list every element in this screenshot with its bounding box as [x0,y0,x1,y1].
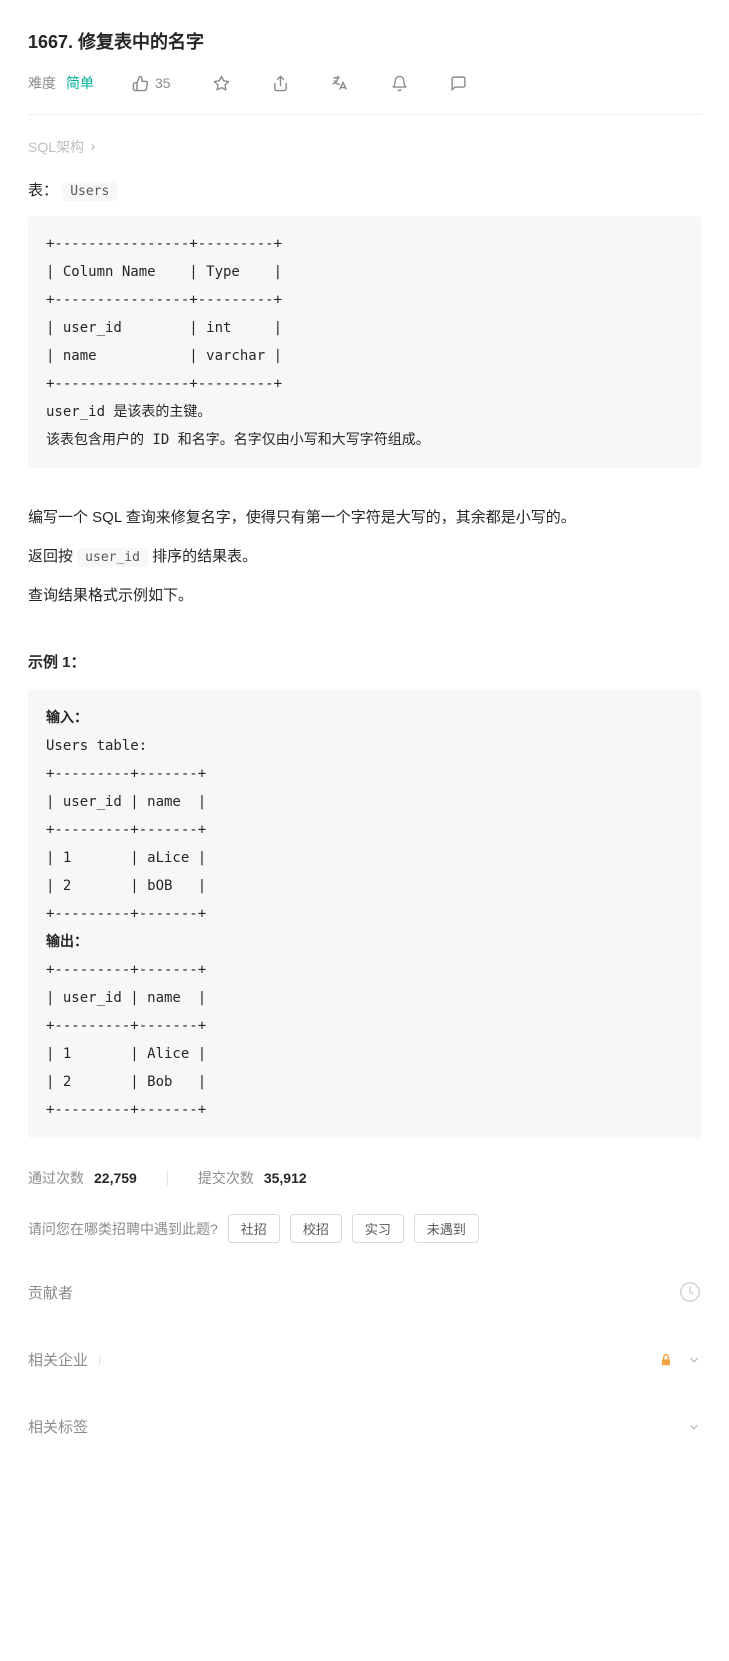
tags-accordion[interactable]: 相关标签 [28,1396,701,1457]
info-icon: i [98,1352,102,1368]
translate-button[interactable] [327,70,353,96]
example-heading: 示例 1： [28,649,701,676]
tag-question: 请问您在哪类招聘中遇到此题? [28,1219,218,1239]
difficulty-value: 简单 [66,73,94,93]
pass-value: 22,759 [94,1170,137,1186]
submit-value: 35,912 [264,1170,307,1186]
chevron-down-icon [687,1353,701,1367]
bell-icon [391,75,408,92]
feedback-button[interactable] [446,71,471,96]
pass-label: 通过次数 [28,1168,84,1188]
difficulty-label: 难度 [28,73,56,93]
translate-icon [331,74,349,92]
like-button[interactable]: 35 [128,71,175,96]
notification-button[interactable] [387,71,412,96]
share-button[interactable] [268,71,293,96]
tag-option-3[interactable]: 未遇到 [414,1214,479,1243]
sql-schema-link[interactable]: SQL架构 [28,137,98,157]
contributors-accordion[interactable]: 贡献者 [28,1261,701,1323]
example-block: 输入： Users table: +---------+-------+ | u… [28,690,701,1138]
contributor-badge-icon [679,1281,701,1303]
table-intro: 表： Users [28,177,701,204]
tag-option-0[interactable]: 社招 [228,1214,280,1243]
problem-paragraph-3: 查询结果格式示例如下。 [28,582,701,609]
star-icon [213,75,230,92]
submit-label: 提交次数 [198,1168,254,1188]
lock-icon [659,1353,673,1367]
like-count: 35 [155,75,171,91]
stats-divider [167,1170,168,1186]
schema-block: +----------------+---------+ | Column Na… [28,216,701,468]
toolbar: 难度 简单 35 [28,70,701,115]
companies-accordion[interactable]: 相关企业 i [28,1329,701,1390]
chevron-right-icon [88,142,98,152]
favorite-button[interactable] [209,71,234,96]
orderby-code: user_id [77,548,148,567]
tag-row: 请问您在哪类招聘中遇到此题? 社招 校招 实习 未遇到 [28,1214,701,1243]
thumbs-up-icon [132,75,149,92]
stats-row: 通过次数 22,759 提交次数 35,912 [28,1168,701,1188]
chevron-down-icon [687,1420,701,1434]
tag-option-1[interactable]: 校招 [290,1214,342,1243]
problem-paragraph-1: 编写一个 SQL 查询来修复名字，使得只有第一个字符是大写的，其余都是小写的。 [28,504,701,531]
tag-option-2[interactable]: 实习 [352,1214,404,1243]
comment-icon [450,75,467,92]
table-name-code: Users [62,182,117,201]
problem-paragraph-2: 返回按 user_id 排序的结果表。 [28,543,701,570]
share-icon [272,75,289,92]
problem-title: 1667. 修复表中的名字 [28,0,701,70]
